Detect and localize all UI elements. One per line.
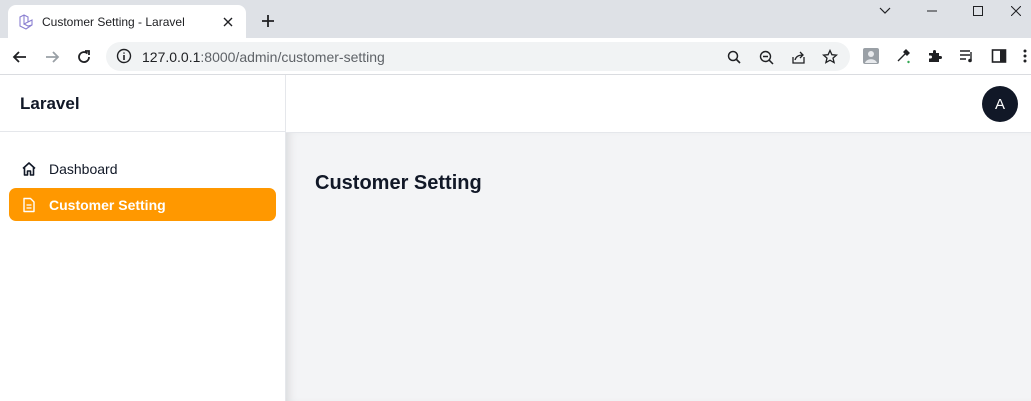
minimize-icon[interactable]	[909, 0, 955, 22]
page-title: Customer Setting	[315, 172, 482, 194]
eyedropper-icon[interactable]	[893, 46, 913, 66]
brand-title[interactable]: Laravel	[0, 75, 285, 132]
url-host: 127.0.0.1	[142, 49, 201, 65]
back-arrow-icon[interactable]	[7, 44, 33, 70]
zoom-out-icon[interactable]	[756, 47, 776, 67]
more-menu-icon[interactable]	[1015, 46, 1031, 66]
extensions-puzzle-icon[interactable]	[925, 46, 945, 66]
app-header: A	[286, 75, 1031, 133]
main-content: Customer Setting	[286, 133, 1031, 401]
browser-titlebar: Customer Setting - Laravel	[0, 0, 1031, 38]
sidebar-item-customer-setting[interactable]: Customer Setting	[9, 188, 276, 221]
profile-extension-icon[interactable]	[861, 46, 881, 66]
url-text[interactable]: 127.0.0.1:8000/admin/customer-setting	[142, 49, 385, 65]
avatar[interactable]: A	[982, 86, 1018, 122]
home-icon	[21, 161, 37, 177]
close-icon[interactable]	[220, 14, 236, 30]
sidebar-item-label: Dashboard	[49, 160, 118, 177]
tab-search-chevron-icon[interactable]	[862, 0, 908, 22]
url-path: :8000/admin/customer-setting	[200, 49, 385, 65]
sidebar-item-dashboard[interactable]: Dashboard	[9, 152, 276, 185]
bookmark-star-icon[interactable]	[820, 47, 840, 67]
sidebar-nav: Dashboard Customer Setting	[0, 132, 285, 221]
browser-toolbar: 127.0.0.1:8000/admin/customer-setting	[0, 38, 1031, 75]
site-info-icon[interactable]	[116, 48, 132, 64]
sidebar-item-label: Customer Setting	[49, 196, 166, 213]
media-queue-icon[interactable]	[957, 46, 977, 66]
tab-title: Customer Setting - Laravel	[42, 14, 185, 29]
window-close-icon[interactable]	[993, 0, 1031, 22]
share-icon[interactable]	[788, 47, 808, 67]
search-icon[interactable]	[724, 47, 744, 67]
forward-arrow-icon[interactable]	[39, 44, 65, 70]
new-tab-button[interactable]	[256, 9, 280, 33]
sidebar: Laravel Dashboard Customer Setting	[0, 75, 286, 401]
document-icon	[21, 197, 37, 213]
browser-tab[interactable]: Customer Setting - Laravel	[8, 5, 246, 38]
reload-icon[interactable]	[71, 44, 97, 70]
side-panel-icon[interactable]	[989, 46, 1009, 66]
laravel-logo-icon	[18, 13, 34, 30]
address-bar[interactable]: 127.0.0.1:8000/admin/customer-setting	[106, 42, 850, 71]
